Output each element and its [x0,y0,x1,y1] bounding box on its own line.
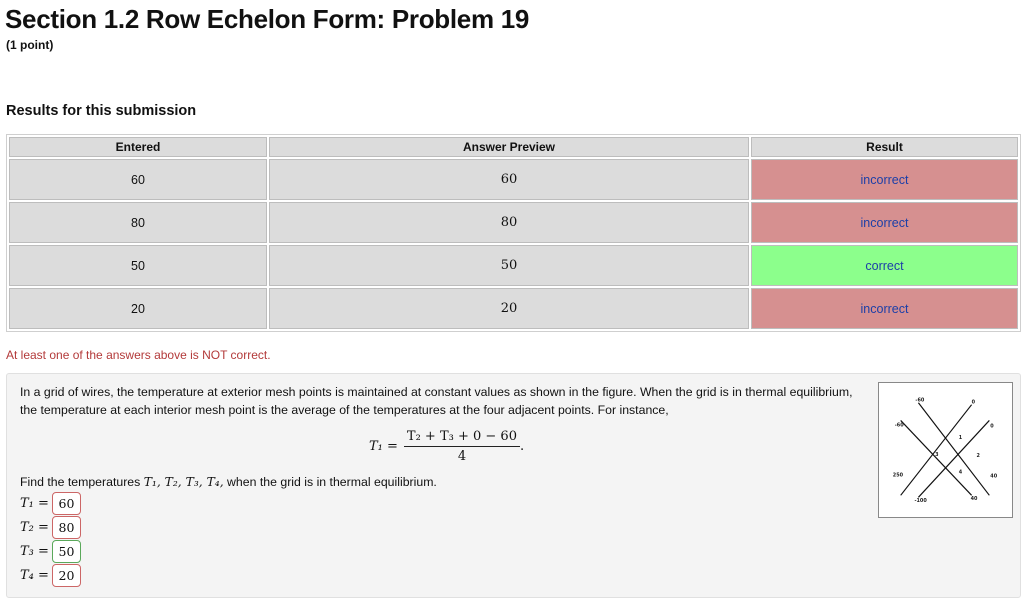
table-row: 50 50 correct [9,245,1018,286]
answer-preview-cell: 80 [269,202,749,243]
answer-input-t3[interactable]: 50 [52,540,81,563]
grid-wire [900,404,973,496]
label-left: -60 [895,422,904,428]
table-row: 60 60 incorrect [9,159,1018,200]
answer-label: T₁ = [20,496,49,511]
entered-cell: 20 [9,288,267,329]
answer-input-t1[interactable]: 60 [52,492,81,515]
points-label: (1 point) [6,38,54,52]
example-formula: T₁ = T₂ + T₃ + 0 − 60 4 . [369,429,524,464]
column-header-entered: Entered [9,137,267,157]
answer-row-t4: T₄ = 20 [20,564,81,587]
answer-preview-cell: 20 [269,288,749,329]
wire-grid-figure: -60 0 -60 0 40 250 -100 40 1 2 3 4 [878,382,1013,518]
formula-numerator: T₂ + T₃ + 0 − 60 [403,429,520,447]
result-cell: incorrect [751,202,1018,243]
answer-preview-cell: 60 [269,159,749,200]
label-t2: 2 [977,453,980,459]
answer-row-t2: T₂ = 80 [20,516,81,539]
formula-lhs: T₁ = [369,439,398,454]
formula-period: . [519,439,525,454]
find-prefix: Find the temperatures [20,475,144,489]
incorrect-warning: At least one of the answers above is NOT… [6,348,271,362]
answer-input-t2[interactable]: 80 [52,516,81,539]
answer-label: T₄ = [20,568,49,583]
grid-wire [917,402,990,496]
result-cell: incorrect [751,288,1018,329]
table-row: 80 80 incorrect [9,202,1018,243]
result-cell: correct [751,245,1018,286]
label-bottom-left: 250 [893,473,904,479]
label-t4: 4 [959,470,963,476]
label-top-right: 0 [972,400,976,406]
table-row: 20 20 incorrect [9,288,1018,329]
find-suffix: when the grid is in thermal equilibrium. [223,475,437,489]
answer-preview-cell: 50 [269,245,749,286]
formula-fraction: T₂ + T₃ + 0 − 60 4 [403,429,520,464]
entered-cell: 80 [9,202,267,243]
answer-row-t1: T₁ = 60 [20,492,81,515]
wire-grid-diagram: -60 0 -60 0 40 250 -100 40 1 2 3 4 [893,398,998,504]
label-bottom-right: 40 [971,496,978,502]
formula-denominator: 4 [457,449,467,464]
results-table: Entered Answer Preview Result 60 60 inco… [6,134,1021,332]
problem-statement: In a grid of wires, the temperature at e… [20,385,853,417]
problem-panel: In a grid of wires, the temperature at e… [6,373,1021,598]
label-t1: 1 [959,435,963,441]
answer-row-t3: T₃ = 50 [20,540,81,563]
answer-label: T₃ = [20,544,49,559]
find-variables: T₁, T₂, T₃, T₄, [143,475,224,489]
label-top-left: -60 [915,398,924,404]
find-instruction: Find the temperatures T₁, T₂, T₃, T₄, wh… [20,475,437,489]
answer-label: T₂ = [20,520,49,535]
entered-cell: 60 [9,159,267,200]
label-bottom: -100 [914,498,927,504]
column-header-result: Result [751,137,1018,157]
results-header-row: Entered Answer Preview Result [9,137,1018,157]
result-cell: incorrect [751,159,1018,200]
entered-cell: 50 [9,245,267,286]
results-heading: Results for this submission [6,103,197,119]
column-header-answer-preview: Answer Preview [269,137,749,157]
label-right: 40 [990,474,997,480]
answer-input-t4[interactable]: 20 [52,564,81,587]
page-title: Section 1.2 Row Echelon Form: Problem 19 [5,4,530,34]
label-right-top: 0 [990,423,994,429]
label-t3: 3 [935,452,939,458]
